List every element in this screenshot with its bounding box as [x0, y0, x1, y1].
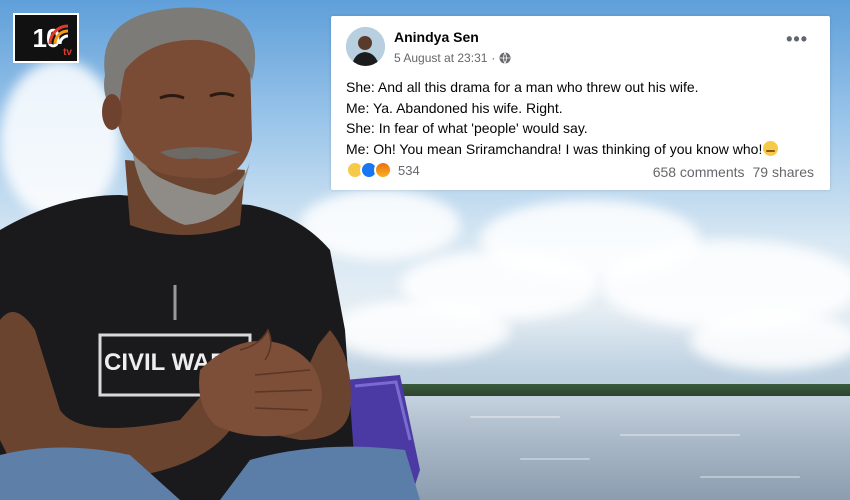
post-line: Me: Ya. Abandoned his wife. Right.: [346, 99, 563, 116]
meta-separator: ·: [491, 51, 496, 65]
more-options-button[interactable]: •••: [786, 30, 808, 48]
shares-count[interactable]: 79 shares: [753, 164, 814, 180]
treeline: [380, 384, 850, 396]
post-line: Me: Oh! You mean Sriramchandra! I was th…: [346, 140, 763, 157]
logo-suffix: tv: [63, 47, 72, 58]
angry-icon: [374, 161, 392, 179]
cloud: [690, 310, 850, 370]
comments-count[interactable]: 658 comments: [653, 164, 745, 180]
post-timestamp[interactable]: 5 August at 23:31: [394, 51, 487, 65]
post-stats: 658 comments 79 shares: [653, 164, 814, 180]
reactions-summary[interactable]: 534: [346, 161, 420, 179]
reaction-count[interactable]: 534: [398, 163, 420, 178]
author-avatar[interactable]: [346, 27, 385, 66]
rolling-eyes-emoji-icon: [763, 140, 779, 156]
broadcast-icon: [48, 24, 69, 45]
post-line-last: Me: Oh! You mean Sriramchandra! I was th…: [346, 139, 821, 160]
post-line: She: And all this drama for a man who th…: [346, 79, 699, 95]
globe-icon: [499, 52, 511, 64]
author-name[interactable]: Anindya Sen: [394, 29, 479, 45]
facebook-post-card: Anindya Sen 5 August at 23:31 · ••• She:…: [331, 16, 830, 190]
post-line: She: In fear of what 'people' would say.: [346, 120, 588, 137]
post-text: She: And all this drama for a man who th…: [346, 77, 821, 159]
post-meta: 5 August at 23:31 ·: [394, 51, 511, 65]
channel-logo: 10 tv: [13, 13, 79, 63]
